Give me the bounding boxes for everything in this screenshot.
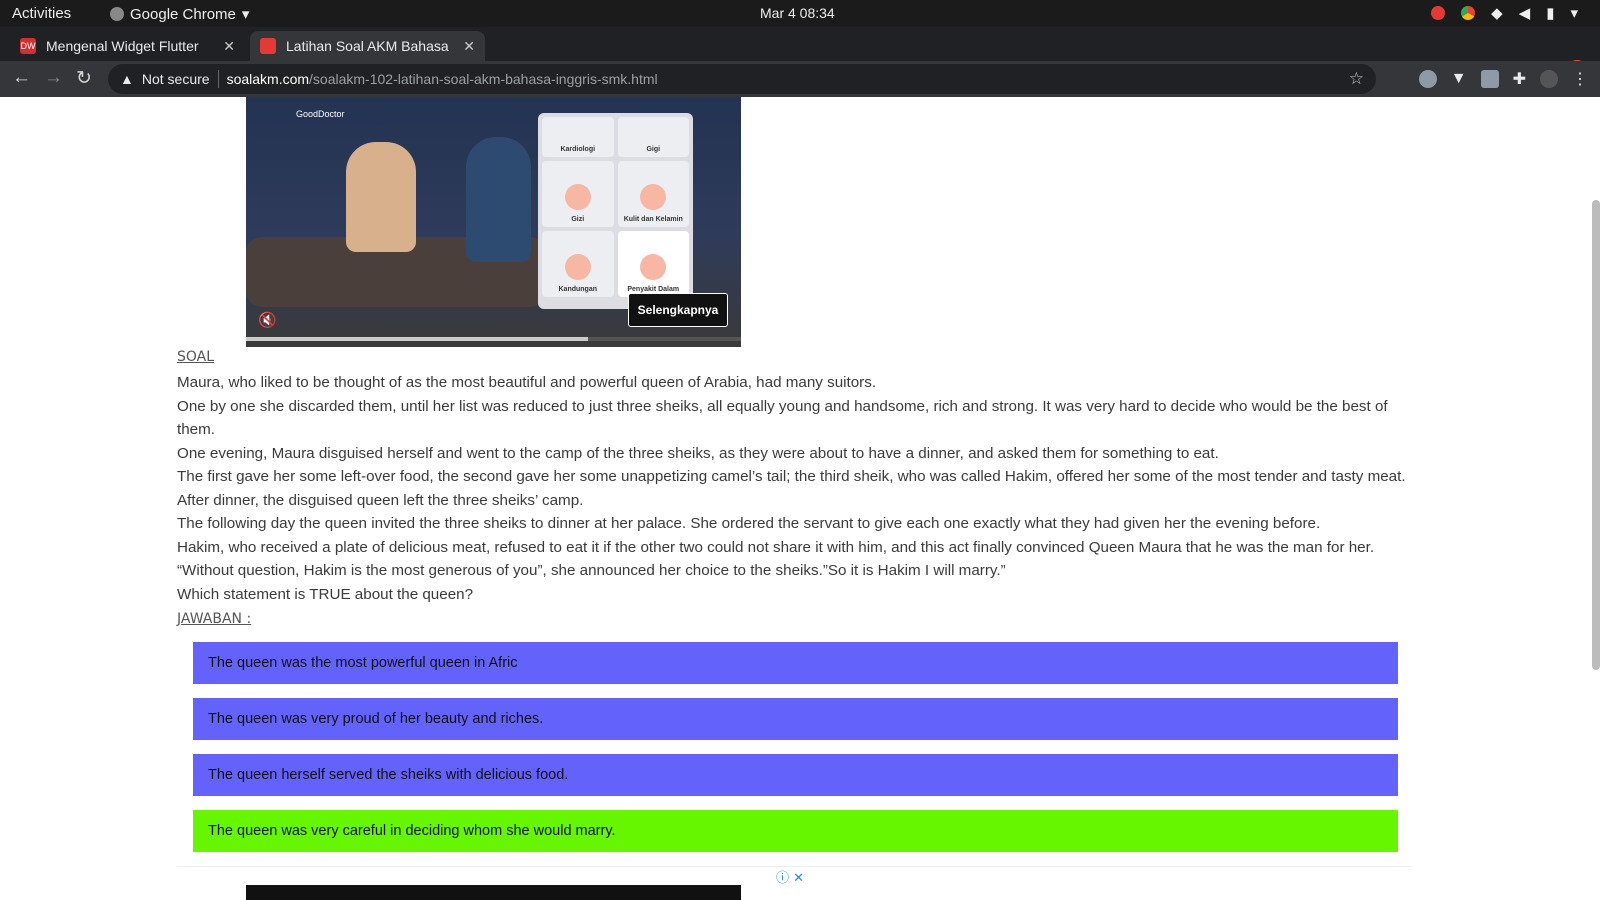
browser-toolbar: ← → ↻ ▲ Not secure soalakm.com/soalakm-1… xyxy=(0,61,1600,97)
tab-strip: DW Mengenal Widget Flutter ✕ Latihan Soa… xyxy=(0,27,1600,84)
muted-speaker-icon[interactable]: 🔇 xyxy=(258,311,277,329)
specialty-cell: Penyakit Dalam xyxy=(617,231,689,297)
tab-mengenal-widget[interactable]: DW Mengenal Widget Flutter ✕ xyxy=(10,31,245,61)
tab-title: Mengenal Widget Flutter xyxy=(46,38,199,54)
ad-choices-icon[interactable]: ⓘ ✕ xyxy=(776,867,804,886)
chrome-tray-icon[interactable] xyxy=(1461,6,1476,20)
question-passage: Maura, who liked to be thought of as the… xyxy=(177,371,1412,606)
video-scene xyxy=(346,142,416,252)
answer-heading: JAWABAN : xyxy=(177,611,252,627)
question-prompt: Which statement is TRUE about the queen? xyxy=(177,585,474,603)
activities-button[interactable]: Activities xyxy=(12,5,71,22)
skin-icon xyxy=(640,184,667,210)
extension-icon[interactable] xyxy=(1480,70,1499,88)
answer-option[interactable]: The queen was the most powerful queen in… xyxy=(193,642,1398,684)
ad-brand-logo: GoodDoctor xyxy=(296,109,345,119)
page-scrollbar[interactable] xyxy=(1590,97,1600,900)
os-top-bar: Activities Google Chrome ▾ Mar 4 08:34 ◆… xyxy=(0,0,1600,27)
nutrition-icon xyxy=(564,184,591,210)
url-path: /soalakm-102-latihan-soal-akm-bahasa-ing… xyxy=(309,71,658,87)
puzzle-extensions-icon[interactable]: ✚ xyxy=(1513,69,1526,89)
video-scene xyxy=(466,137,531,262)
warning-triangle-icon[interactable]: ▲ xyxy=(120,71,134,87)
scrollbar-thumb[interactable] xyxy=(1592,200,1600,670)
video-progress-fill xyxy=(246,337,588,341)
close-icon[interactable]: ✕ xyxy=(463,38,475,55)
forward-arrow-icon[interactable]: → xyxy=(44,67,63,89)
back-arrow-icon[interactable]: ← xyxy=(12,67,31,89)
passage-paragraph: The first gave her some left-over food, … xyxy=(177,468,1406,509)
answer-option[interactable]: The queen was very proud of her beauty a… xyxy=(193,698,1398,740)
internal-medicine-icon xyxy=(640,254,667,280)
question-heading: SOAL xyxy=(177,349,215,365)
security-label[interactable]: Not secure xyxy=(142,71,210,87)
specialty-cell: Kulit dan Kelamin xyxy=(617,161,689,227)
specialty-cell: Gizi xyxy=(542,161,614,227)
uterus-icon xyxy=(564,254,591,280)
ad-cta-button[interactable]: Selengkapnya xyxy=(628,293,728,327)
vue-devtools-icon[interactable]: ▼ xyxy=(1451,70,1467,88)
divider xyxy=(217,70,219,88)
bookmark-star-icon[interactable]: ☆ xyxy=(1349,69,1364,89)
battery-icon[interactable]: ▮ xyxy=(1546,4,1554,22)
answer-option-correct[interactable]: The queen was very careful in deciding w… xyxy=(193,810,1398,852)
extensions-area: ▼ ✚ ⋮ xyxy=(1418,69,1588,89)
notification-app-icon[interactable] xyxy=(1431,6,1446,20)
more-menu-icon[interactable]: ⋮ xyxy=(1572,69,1588,89)
specialty-cell: Kardiologi xyxy=(542,117,614,157)
system-tray[interactable]: ◆ ◀ ▮ ▾ xyxy=(1431,4,1578,22)
passage-paragraph: One by one she discarded them, until her… xyxy=(177,397,1388,439)
tab-latihan-soal[interactable]: Latihan Soal AKM Bahasa ✕ xyxy=(250,31,485,61)
passage-paragraph: One evening, Maura disguised herself and… xyxy=(177,444,1219,462)
passage-paragraph: Maura, who liked to be thought of as the… xyxy=(177,374,877,391)
passage-paragraph: Hakim, who received a plate of delicious… xyxy=(177,538,1375,580)
answer-option[interactable]: The queen herself served the sheiks with… xyxy=(193,754,1398,796)
passage-paragraph: The following day the queen invited the … xyxy=(177,515,1321,532)
chrome-icon xyxy=(110,7,124,21)
app-menu[interactable]: Google Chrome ▾ xyxy=(110,5,249,23)
reload-icon[interactable]: ↻ xyxy=(76,67,92,90)
clock[interactable]: Mar 4 08:34 xyxy=(760,5,835,21)
profile-avatar[interactable] xyxy=(1540,70,1558,88)
page-content: GoodDoctor Kardiologi Gigi Gizi Kulit da… xyxy=(0,97,1600,900)
specialty-cell: Kandungan xyxy=(542,231,614,297)
volume-icon[interactable]: ◀ xyxy=(1519,4,1531,22)
chevron-down-icon: ▾ xyxy=(241,6,250,23)
extension-icon[interactable] xyxy=(1418,70,1437,88)
dw-favicon-icon: DW xyxy=(20,38,36,54)
video-progress-bar[interactable] xyxy=(246,337,741,341)
chevron-down-icon[interactable]: ▾ xyxy=(1570,4,1578,22)
close-icon[interactable]: ✕ xyxy=(223,38,235,55)
app-name: Google Chrome xyxy=(130,5,236,23)
specialty-grid: Kardiologi Gigi Gizi Kulit dan Kelamin K… xyxy=(538,113,693,309)
specialty-cell: Gigi xyxy=(617,117,689,157)
soalakm-favicon-icon xyxy=(260,38,276,54)
url-host: soalakm.com xyxy=(226,71,310,87)
address-bar[interactable]: ▲ Not secure soalakm.com/soalakm-102-lat… xyxy=(108,64,1376,94)
video-ad[interactable]: GoodDoctor Kardiologi Gigi Gizi Kulit da… xyxy=(246,97,741,347)
bottom-ad-banner[interactable] xyxy=(246,885,741,900)
tab-title: Latihan Soal AKM Bahasa xyxy=(286,38,449,54)
wifi-icon[interactable]: ◆ xyxy=(1491,4,1503,22)
